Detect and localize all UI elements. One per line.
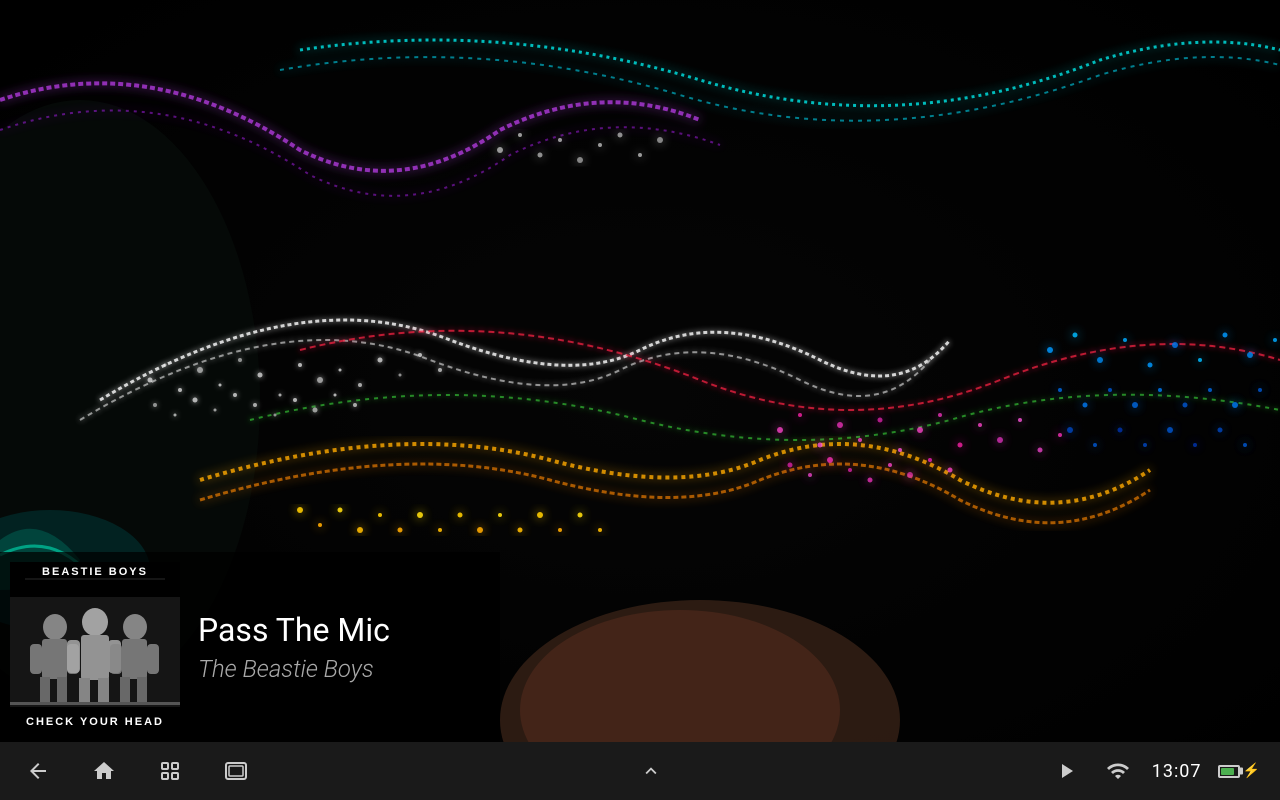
bottom-bar: 13:07 ⚡ <box>0 742 1280 800</box>
play-button[interactable] <box>1048 753 1084 789</box>
up-button[interactable] <box>633 753 669 789</box>
svg-text:BEASTIE BOYS: BEASTIE BOYS <box>42 566 148 578</box>
home-button[interactable] <box>86 753 122 789</box>
nav-right: 13:07 ⚡ <box>1048 753 1260 789</box>
signal-icon <box>1100 753 1136 789</box>
nav-left <box>20 753 254 789</box>
song-title: Pass The Mic <box>198 611 390 649</box>
back-button[interactable] <box>20 753 56 789</box>
battery-fill <box>1221 768 1235 775</box>
svg-text:CHECK YOUR HEAD: CHECK YOUR HEAD <box>26 716 164 728</box>
recents-button[interactable] <box>152 753 188 789</box>
album-art: BEASTIE BOYS <box>10 562 180 732</box>
screenshot-button[interactable] <box>218 753 254 789</box>
battery-indicator: ⚡ <box>1218 763 1260 779</box>
charging-icon: ⚡ <box>1243 763 1260 779</box>
song-artist: The Beastie Boys <box>198 655 390 683</box>
battery-body <box>1218 765 1240 778</box>
now-playing-card: BEASTIE BOYS <box>0 552 500 742</box>
clock: 13:07 <box>1152 761 1202 782</box>
nav-center <box>633 753 669 789</box>
song-info: Pass The Mic The Beastie Boys <box>180 611 390 683</box>
